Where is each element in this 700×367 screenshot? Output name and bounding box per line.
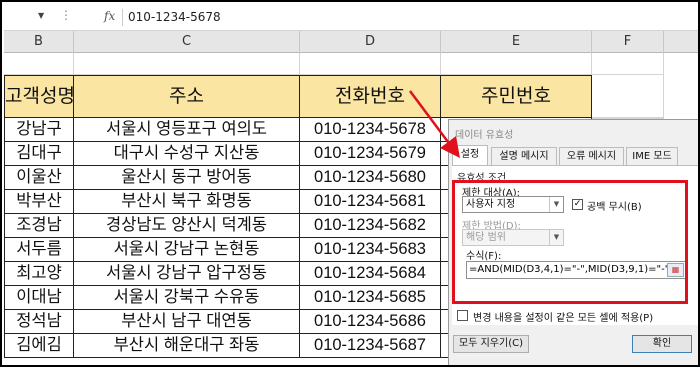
- row-cell-name[interactable]: 조경남: [4, 214, 74, 238]
- tab-settings[interactable]: 설정: [452, 145, 488, 166]
- column-header-c[interactable]: C: [74, 31, 300, 53]
- column-header-e[interactable]: E: [441, 31, 592, 53]
- row-cell-phone[interactable]: 010-1234-5680: [300, 166, 441, 190]
- tab-error-alert[interactable]: 오류 메시지: [559, 147, 624, 165]
- formula-bar-grip-icon: ⋮: [60, 8, 72, 22]
- row-cell-phone[interactable]: 010-1234-5682: [300, 214, 441, 238]
- row-cell-name[interactable]: 정석남: [4, 310, 74, 334]
- ok-button[interactable]: 확인: [632, 335, 692, 353]
- row-cell-name[interactable]: 이대남: [4, 286, 74, 310]
- column-header-d[interactable]: D: [300, 31, 441, 53]
- row-cell-phone[interactable]: 010-1234-5684: [300, 262, 441, 286]
- grid-cell[interactable]: [592, 75, 664, 118]
- row-cell-address[interactable]: 서울시 강남구 논현동: [74, 238, 300, 262]
- row-cell-name[interactable]: 박부산: [4, 190, 74, 214]
- row-cell-address[interactable]: 대구시 수성구 지산동: [74, 142, 300, 166]
- row-cell-address[interactable]: 부산시 북구 화명동: [74, 190, 300, 214]
- grid-cell[interactable]: [300, 53, 441, 75]
- row-cell-phone[interactable]: 010-1234-5687: [300, 334, 441, 358]
- row-cell-address[interactable]: 부산시 해운대구 좌동: [74, 334, 300, 358]
- row-cell-name[interactable]: 이울산: [4, 166, 74, 190]
- clear-all-button[interactable]: 모두 지우기(C): [453, 335, 529, 353]
- column-header-bar: B C D E F: [4, 31, 698, 53]
- column-header-b[interactable]: B: [4, 31, 74, 53]
- insert-function-icon[interactable]: fx: [104, 9, 115, 23]
- header-cell-name[interactable]: 고객성명: [4, 75, 74, 118]
- row-cell-phone[interactable]: 010-1234-5686: [300, 310, 441, 334]
- grid-cell[interactable]: [74, 53, 300, 75]
- apply-all-label: 변경 내용을 설정이 같은 모든 셀에 적용(P): [473, 313, 654, 324]
- formula-bar: ▼ ⋮ fx 010-1234-5678: [4, 4, 698, 31]
- row-cell-address[interactable]: 경상남도 양산시 덕계동: [74, 214, 300, 238]
- row-cell-address[interactable]: 서울시 강북구 수유동: [74, 286, 300, 310]
- grid-cell[interactable]: [4, 53, 74, 75]
- column-header-f[interactable]: F: [592, 31, 664, 53]
- table-header-row: 고객성명 주소 전화번호 주민번호: [4, 75, 592, 118]
- grid-cell[interactable]: [441, 53, 592, 75]
- row-cell-name[interactable]: 김대구: [4, 142, 74, 166]
- header-cell-id[interactable]: 주민번호: [441, 75, 592, 118]
- screenshot-frame: ▼ ⋮ fx 010-1234-5678 B C D E F 고객성명 주소 전…: [0, 0, 700, 367]
- tab-input-message[interactable]: 설명 메시지: [491, 147, 557, 165]
- grid-cell[interactable]: [592, 53, 664, 75]
- row-cell-address[interactable]: 부산시 남구 대연동: [74, 310, 300, 334]
- formula-bar-input[interactable]: 010-1234-5678: [128, 10, 221, 24]
- row-cell-phone[interactable]: 010-1234-5685: [300, 286, 441, 310]
- row-cell-address[interactable]: 서울시 영등포구 여의도: [74, 118, 300, 142]
- row-cell-name[interactable]: 강남구: [4, 118, 74, 142]
- name-box-dropdown-icon[interactable]: ▼: [38, 11, 44, 20]
- row-cell-phone[interactable]: 010-1234-5681: [300, 190, 441, 214]
- row-cell-phone[interactable]: 010-1234-5679: [300, 142, 441, 166]
- row-cell-phone[interactable]: 010-1234-5678: [300, 118, 441, 142]
- row-cell-phone[interactable]: 010-1234-5683: [300, 238, 441, 262]
- row-cell-address[interactable]: 서울시 강남구 압구정동: [74, 262, 300, 286]
- row-cell-name[interactable]: 최고양: [4, 262, 74, 286]
- apply-all-checkbox[interactable]: [457, 310, 468, 321]
- tab-ime-mode[interactable]: IME 모드: [626, 147, 678, 165]
- dialog-title: 데이터 유효성: [455, 130, 514, 141]
- formula-bar-divider: [122, 9, 123, 26]
- row-cell-name[interactable]: 김에김: [4, 334, 74, 358]
- header-cell-address[interactable]: 주소: [74, 75, 300, 118]
- header-cell-phone[interactable]: 전화번호: [300, 75, 441, 118]
- highlight-box: [452, 180, 688, 304]
- row-cell-address[interactable]: 울산시 동구 방어동: [74, 166, 300, 190]
- row-cell-name[interactable]: 서두름: [4, 238, 74, 262]
